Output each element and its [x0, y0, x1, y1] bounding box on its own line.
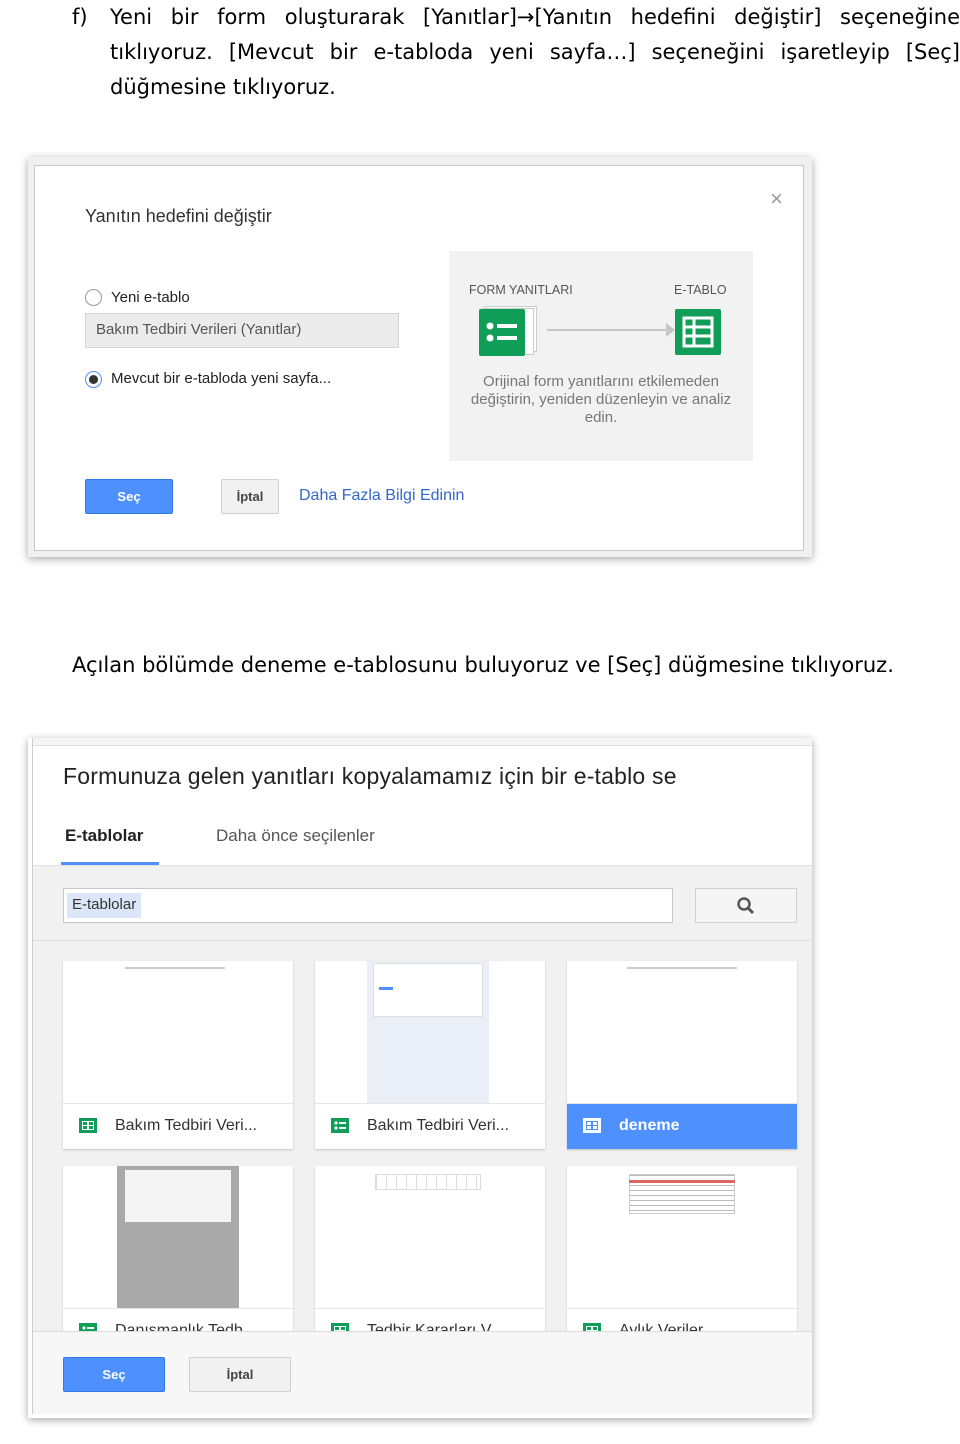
file-card[interactable]: Bakım Tedbiri Veri...: [63, 961, 293, 1149]
select-button[interactable]: Seç: [63, 1357, 165, 1392]
search-divider: [33, 940, 812, 941]
file-thumbnail: [315, 1166, 545, 1309]
search-icon: [737, 897, 755, 915]
info-description: Orijinal form yanıtlarını etkilemeden de…: [470, 373, 732, 426]
new-sheet-name-field[interactable]: Bakım Tedbiri Verileri (Yanıtlar): [85, 313, 399, 348]
file-browser: E-tablolar Bakım Tedbiri Veri... Bakım T…: [33, 866, 812, 1354]
step-f-paragraph: f) Yeni bir form oluşturarak [Yanıtlar]→…: [72, 0, 960, 105]
file-thumbnail: [63, 961, 293, 1104]
radio-existing-sheet-label[interactable]: Mevcut bir e-tabloda yeni sayfa...: [111, 370, 331, 387]
sheets-icon: [79, 1118, 97, 1133]
forms-icon: [479, 306, 537, 359]
search-input[interactable]: E-tablolar: [63, 888, 673, 923]
select-button[interactable]: Seç: [85, 479, 173, 514]
file-card[interactable]: Aylık Veriler: [567, 1166, 797, 1354]
tab-spreadsheets[interactable]: E-tablolar: [65, 826, 143, 846]
form-responses-label: FORM YANITLARI: [469, 283, 573, 297]
file-card-selected[interactable]: deneme: [567, 961, 797, 1149]
file-card[interactable]: Bakım Tedbiri Veri...: [315, 961, 545, 1149]
file-name: Bakım Tedbiri Veri...: [115, 1117, 257, 1134]
file-card[interactable]: Danışmanlık Tedb...: [63, 1166, 293, 1354]
step-2-paragraph: Açılan bölümde deneme e-tablosunu buluyo…: [72, 653, 894, 677]
menu-strip: [33, 738, 812, 746]
radio-new-sheet-label[interactable]: Yeni e-tablo: [111, 289, 190, 306]
file-name: deneme: [619, 1117, 680, 1134]
spreadsheet-label: E-TABLO: [674, 283, 727, 297]
step-marker: f): [72, 5, 88, 29]
search-button[interactable]: [695, 888, 797, 923]
radio-existing-sheet[interactable]: [85, 371, 102, 388]
file-thumbnail: [567, 961, 797, 1104]
learn-more-link[interactable]: Daha Fazla Bilgi Edinin: [299, 487, 464, 505]
close-icon[interactable]: ×: [770, 186, 783, 212]
file-card[interactable]: Tedbir Kararları V...: [315, 1166, 545, 1354]
screenshot-change-destination: × Yanıtın hedefini değiştir Yeni e-tablo…: [28, 157, 812, 557]
radio-new-sheet[interactable]: [85, 289, 102, 306]
tab-previously-selected[interactable]: Daha önce seçilenler: [216, 826, 375, 846]
dialog-title: Yanıtın hedefini değiştir: [85, 206, 272, 226]
file-thumbnail: [315, 961, 545, 1104]
step-f-text: Yeni bir form oluşturarak [Yanıtlar]→[Ya…: [110, 5, 960, 99]
screenshot-select-spreadsheet: Formunuza gelen yanıtları kopyalamamız i…: [28, 738, 812, 1418]
file-thumbnail: [567, 1166, 797, 1309]
arrow-icon: [547, 323, 675, 337]
dialog-title: Formunuza gelen yanıtları kopyalamamız i…: [63, 763, 677, 789]
cancel-button[interactable]: İptal: [221, 479, 279, 514]
file-name: Bakım Tedbiri Veri...: [367, 1117, 509, 1134]
search-filter-chip[interactable]: E-tablolar: [67, 893, 142, 918]
file-thumbnail: [63, 1166, 293, 1309]
dialog-footer: Seç İptal: [33, 1332, 812, 1414]
sheets-icon: [675, 309, 721, 355]
select-spreadsheet-dialog: Formunuza gelen yanıtları kopyalamamız i…: [32, 738, 812, 1414]
info-panel: FORM YANITLARI E-TABLO Orijinal form yan…: [449, 251, 753, 461]
cancel-button[interactable]: İptal: [189, 1357, 291, 1392]
forms-icon: [331, 1118, 349, 1133]
change-destination-dialog: × Yanıtın hedefini değiştir Yeni e-tablo…: [34, 165, 804, 551]
sheets-icon: [583, 1118, 601, 1133]
